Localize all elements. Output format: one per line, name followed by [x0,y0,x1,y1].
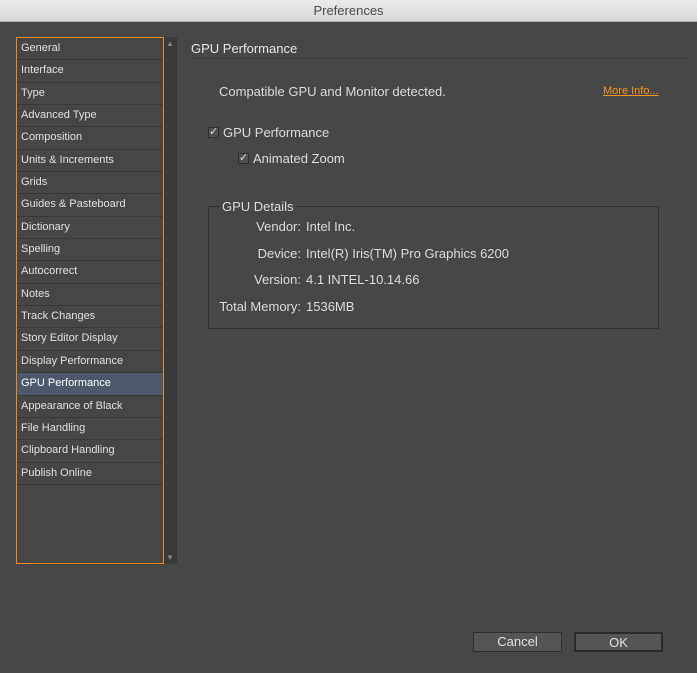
more-info-link[interactable]: More Info... [603,85,659,97]
sidebar-item[interactable]: Publish Online [17,463,163,485]
sidebar-item[interactable]: Units & Increments [17,150,163,173]
detail-label: Device: [257,245,301,261]
checkmark-icon: ✓ [238,152,249,164]
sidebar-item[interactable]: Track Changes [17,306,163,329]
category-list[interactable]: General Interface Type Advanced Type Composi… [16,37,164,564]
sidebar-item[interactable]: Clipboard Handling [17,440,163,463]
list-scrollbar[interactable]: ▲ ▼ [164,37,177,564]
sidebar-item[interactable]: Advanced Type [17,105,163,128]
detail-value: Intel Inc. [306,219,356,234]
animated-zoom-checkbox[interactable]: ✓ Animated Zoom [238,151,345,166]
sidebar-item[interactable]: Grids [17,172,163,195]
scroll-up-arrow-icon[interactable]: ▲ [166,39,174,48]
gpu-detail-row: Vendor: Intel Inc. [208,219,355,234]
gpu-status-text: Compatible GPU and Monitor detected. [219,84,446,99]
divider [191,58,690,59]
sidebar-item[interactable]: Dictionary [17,217,163,240]
page-title: GPU Performance [191,41,298,56]
sidebar-item[interactable]: Composition [17,127,163,150]
animated-zoom-label: Animated Zoom [253,151,345,166]
sidebar-item[interactable]: Guides & Pasteboard [17,194,163,217]
gpu-detail-row: Version: 4.1 INTEL-10.14.66 [208,272,419,287]
gpu-details-legend: GPU Details [219,199,297,214]
sidebar-item[interactable]: Notes [17,284,163,307]
ok-button[interactable]: OK [574,632,663,652]
sidebar-item[interactable]: General [17,38,163,61]
detail-value: 4.1 INTEL-10.14.66 [306,272,420,287]
cancel-button[interactable]: Cancel [473,632,562,652]
gpu-performance-label: GPU Performance [223,125,330,140]
sidebar-item[interactable]: Appearance of Black [17,396,163,418]
detail-label: Total Memory: [219,298,301,314]
detail-label: Vendor: [256,219,301,234]
title-bar: Preferences [0,0,697,22]
detail-value: Intel(R) Iris(TM) Pro Graphics 6200 [306,245,509,261]
sidebar-item[interactable]: Type [17,83,163,106]
sidebar-item[interactable]: Story Editor Display [17,328,163,351]
detail-value: 1536MB [306,298,355,314]
scroll-down-arrow-icon[interactable]: ▼ [166,553,174,562]
sidebar-item[interactable]: Spelling [17,239,163,262]
detail-label: Version: [254,272,301,287]
sidebar-item[interactable]: Autocorrect [17,261,163,284]
gpu-detail-row: Device: Intel(R) Iris(TM) Pro Graphics 62… [208,246,509,261]
sidebar-item[interactable]: File Handling [17,418,163,441]
gpu-detail-row: Total Memory: 1536MB [208,299,354,314]
gpu-performance-checkbox[interactable]: ✓ GPU Performance [208,125,329,140]
sidebar-item[interactable]: GPU Performance [17,373,163,396]
sidebar-item[interactable]: Interface [17,60,163,83]
checkmark-icon: ✓ [208,126,219,138]
sidebar-item[interactable]: Display Performance [17,351,163,374]
